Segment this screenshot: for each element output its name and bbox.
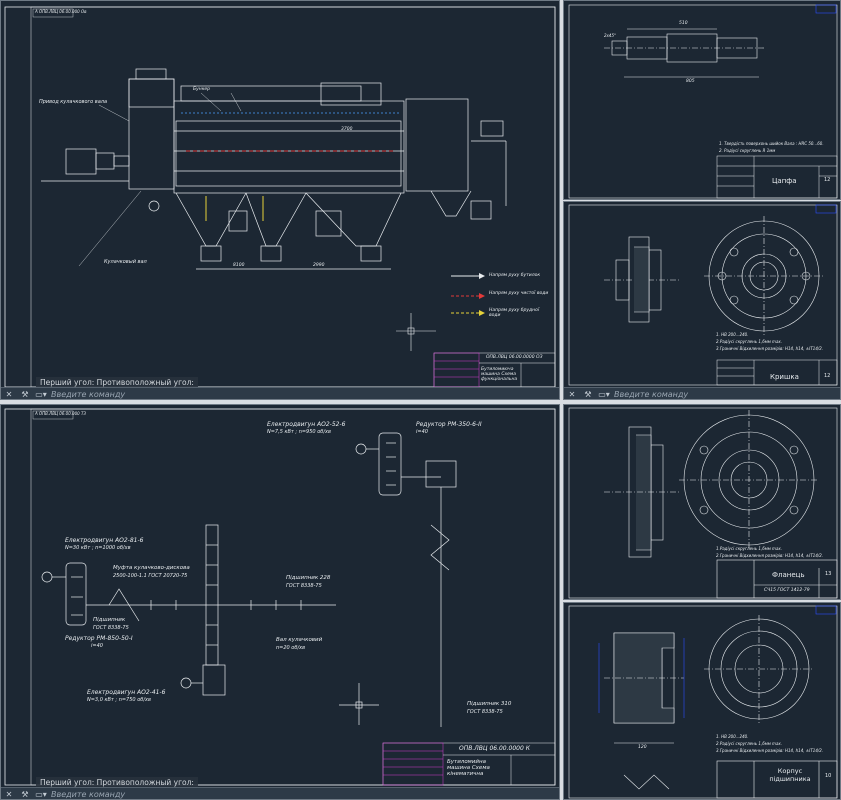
tsapfa-drawing [568, 4, 838, 199]
kryshka-title: Кришка [770, 373, 799, 381]
kryshka-sheet: 12 [824, 373, 831, 379]
legend-bottles: Напрям руху бутилок [489, 273, 541, 278]
korpus-note-2: 2.Радіусі скруглень 1,6мм max. [716, 741, 783, 746]
close-icon[interactable]: ✕ [3, 390, 15, 399]
camshaft-label: Вал кулачковий [276, 637, 323, 643]
command-icon[interactable]: ▭▾ [598, 390, 610, 399]
bunker-label: Бункер [193, 87, 211, 92]
dim-chamfer: 2х45° [604, 33, 617, 38]
coupling-std: 2500-100-1.1 ГОСТ 20720-75 [113, 573, 188, 579]
command-input-bottom[interactable]: Введите команду [51, 790, 125, 799]
viewport-tsapfa[interactable]: 510 805 2х45° 1. Твердість поверхонь ший… [563, 0, 841, 200]
header-stamp: А ОПВ.ЛВЦ 06.00.000 ТЗ [35, 411, 86, 416]
drive-label: Привод кулачкового вала [39, 99, 108, 105]
command-icon[interactable]: ▭▾ [35, 790, 47, 799]
legend [451, 273, 485, 316]
command-input-right[interactable]: Введите команду [614, 390, 688, 399]
shaft [604, 28, 764, 78]
motor1-spec: N=7,5 кВт ; n=950 об/хв [267, 429, 331, 435]
command-history: Перший угол: Противоположный угол: [36, 377, 198, 387]
bearing1-std: ГОСТ 8338-75 [93, 625, 129, 631]
title-block-name: Бутиломиюча машина Схема функціональна [481, 367, 518, 382]
functional-scheme-drawing [4, 6, 556, 388]
tsapfa-title: Цапфа [772, 177, 797, 185]
motor2-spec: N=30 кВт ; n=1000 об/хв [65, 545, 131, 551]
wrench-icon[interactable]: ⚒ [582, 390, 594, 399]
close-icon[interactable]: ✕ [3, 790, 15, 799]
command-icon[interactable]: ▭▾ [35, 390, 47, 399]
viewport-functional-scheme[interactable]: А ОПВ.ЛВЦ 06.00.000 Ов Привод кулачковог… [0, 0, 560, 400]
korpus-note-3: 3.Граничні Відхилення розмірів: H14, h14… [716, 748, 824, 753]
command-line-right[interactable]: ✕ ⚒ ▭▾ Введите команду [564, 387, 840, 399]
crosshair-cursor [396, 313, 436, 351]
korpus-note-1: 1. HB 200...240. [716, 734, 749, 739]
dim-2990: 2990 [313, 263, 325, 268]
kinematic-elements [41, 432, 457, 727]
kryshka-note-3: 3.Граничні Відхилення розмірів: H14, h14… [716, 346, 824, 351]
korpus-dim: 120 [638, 745, 647, 750]
viewport-korpus[interactable]: 120 1. HB 200...240. 2.Радіусі скруглень… [563, 602, 841, 800]
command-history: Перший угол: Противоположный угол: [36, 777, 198, 787]
viewport-kryshka[interactable]: 1. HB 200...240. 2.Радіусі скруглень 1,6… [563, 201, 841, 400]
kryshka-note-1: 1. HB 200...240. [716, 332, 749, 337]
motor3-label: Електродвигун АО2-41-6 [87, 689, 166, 696]
reducer2-ratio: i=40 [91, 643, 103, 649]
kinematic-scheme-drawing [4, 408, 556, 786]
coupling-label: Муфта кулачково-дискова [113, 565, 190, 571]
tsapfa-sheet: 12 [824, 177, 831, 183]
wrench-icon[interactable]: ⚒ [19, 390, 31, 399]
legend-clean-water: Напрям руху чистої води [489, 291, 549, 296]
bearing1-label: Підшипник [93, 617, 126, 623]
title-block-code: ОПВ.ЛВЦ 06.00.0000 К [459, 745, 530, 752]
bearing3-label: Підшипник 310 [467, 701, 512, 707]
kryshka-section [604, 236, 679, 323]
camshaft-label: Кулачковый вал [104, 259, 147, 265]
header-stamp: А ОПВ.ЛВЦ 06.00.000 Ов [35, 9, 87, 14]
legend-dirty-water: Напрям руху брудної води [489, 308, 540, 318]
kryshka-plan [704, 216, 824, 336]
flanets-note-1: 1.Радіусі скруглень 1,6мм max. [716, 546, 783, 551]
korpus-sheet: 10 [825, 773, 832, 779]
title-block-code: ОПВ.ЛВЦ 06.00.0000 ОЗ [486, 355, 543, 360]
tsapfa-note-1: 1. Твердість поверхонь шийок Вала : HRC … [719, 141, 824, 146]
motor2-label: Електродвигун АО2-81-6 [65, 537, 144, 544]
bearing2-std: ГОСТ 8338-75 [286, 583, 322, 589]
title-block-name: Бутиломийна машина Схема кінематична [447, 759, 490, 777]
motor1-label: Електродвигун АО2-52-6 [267, 421, 346, 428]
kryshka-note-2: 2.Радіусі скруглень 1,6мм max. [716, 339, 783, 344]
dim-3700: 3700 [341, 127, 353, 132]
machine-body [41, 68, 507, 270]
reducer1-label: Редуктор РМ-350-6-II [416, 421, 482, 428]
dim-510: 510 [679, 21, 688, 26]
viewport-flanets[interactable]: 1.Радіусі скруглень 1,6мм max. 2.Граничн… [563, 404, 841, 600]
command-line[interactable]: ✕ ⚒ ▭▾ Введите команду [1, 387, 559, 399]
camshaft-speed: n=20 об/хв [276, 645, 306, 651]
dim-805: 805 [686, 79, 695, 84]
flanets-material: СЧ15 ГОСТ 1412-79 [764, 588, 810, 593]
motor3-spec: N=3,0 кВт ; n=750 об/хв [87, 697, 151, 703]
flanets-note-2: 2.Граничні Відхилення розмірів: H14, h14… [716, 553, 824, 558]
command-input[interactable]: Введите команду [51, 390, 125, 399]
flanets-title: Фланець [772, 571, 805, 579]
command-line-bottom[interactable]: ✕ ⚒ ▭▾ Введите команду [1, 787, 559, 799]
reducer2-label: Редуктор РМ-850-50-I [65, 635, 133, 642]
flanets-sheet: 13 [825, 571, 832, 577]
reducer1-ratio: i=40 [416, 429, 428, 435]
tsapfa-note-2: 2. Радіусі скруглень R 1мм [719, 148, 776, 153]
viewport-kinematic-scheme[interactable]: А ОПВ.ЛВЦ 06.00.000 ТЗ Електродвигун АО2… [0, 404, 560, 800]
flow-lines [181, 112, 401, 221]
bearing2-label: Підшипник 228 [286, 575, 331, 581]
kryshka-drawing [568, 204, 838, 386]
close-icon[interactable]: ✕ [566, 390, 578, 399]
wrench-icon[interactable]: ⚒ [19, 790, 31, 799]
bearing3-std: ГОСТ 8338-75 [467, 709, 503, 715]
dim-8100: 8100 [233, 263, 245, 268]
korpus-title: Корпус підшипника [769, 767, 811, 783]
